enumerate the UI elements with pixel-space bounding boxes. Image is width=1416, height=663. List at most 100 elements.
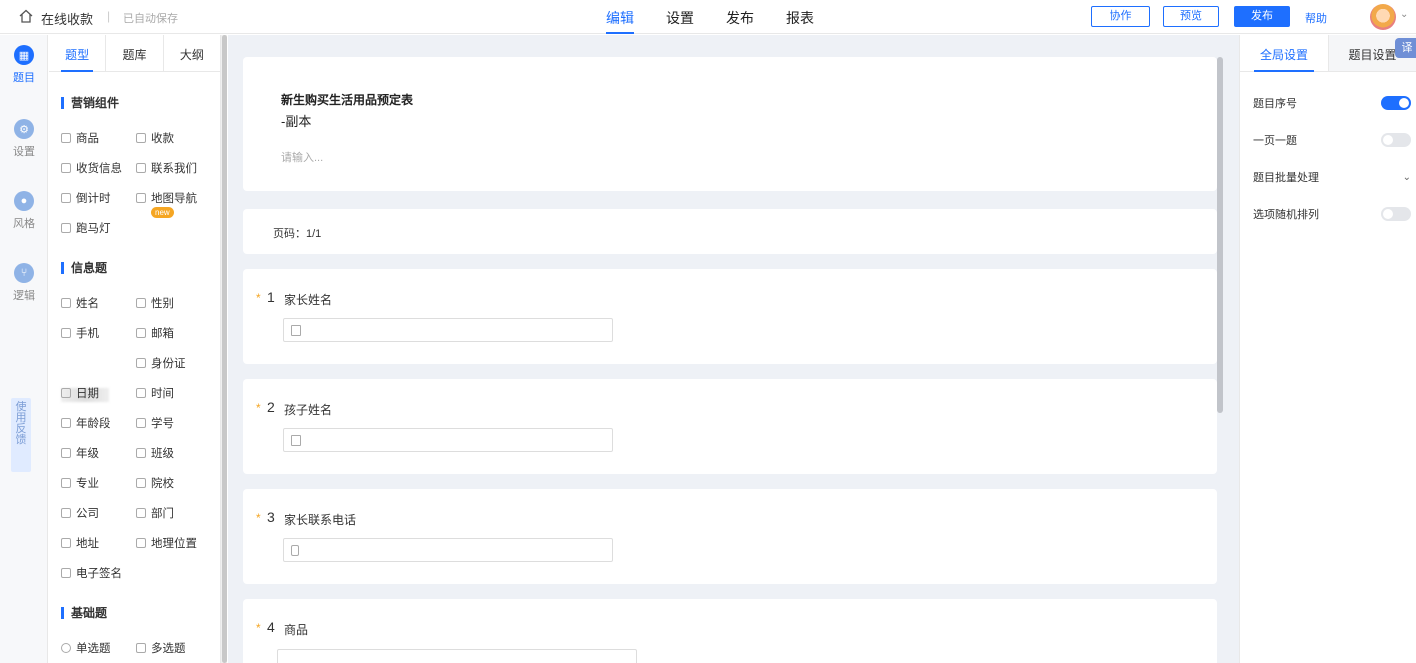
preview-button[interactable]: 预览 <box>1163 6 1219 27</box>
question-title[interactable]: 商品 <box>284 621 308 638</box>
question-title[interactable]: 家长联系电话 <box>284 511 356 528</box>
comp-item-student-id[interactable]: 学号 <box>136 415 174 431</box>
chevron-down-icon[interactable]: ⌄ <box>1400 9 1408 20</box>
required-mark: * <box>256 621 261 635</box>
comp-item-address[interactable]: 地址 <box>61 535 99 551</box>
tab-question-types[interactable]: 题型 <box>49 35 107 72</box>
form-description-input[interactable]: 请输入... <box>281 149 323 165</box>
question-card[interactable]: * 1 家长姓名 <box>243 269 1217 364</box>
comp-item-label: 商品 <box>76 133 99 145</box>
rail-label: 逻辑 <box>13 290 35 302</box>
comp-item-label: 专业 <box>76 478 99 490</box>
comp-item-label: 性别 <box>151 298 174 310</box>
component-panel-scrollbar[interactable] <box>221 35 227 663</box>
comp-item-shipping[interactable]: 收货信息 <box>61 160 122 176</box>
person-card-icon <box>61 298 71 308</box>
form-subtitle[interactable]: -副本 <box>281 111 311 130</box>
comp-item-label: 联系我们 <box>151 163 197 175</box>
comp-item-company[interactable]: 公司 <box>61 505 99 521</box>
settings-tabs: 全局设置 题目设置 <box>1240 35 1416 72</box>
question-card[interactable]: * 3 家长联系电话 <box>243 489 1217 584</box>
comp-item-geo-location[interactable]: 地理位置 <box>136 535 197 551</box>
comp-item-class[interactable]: 班级 <box>136 445 174 461</box>
product-block[interactable] <box>277 649 637 663</box>
feedback-button[interactable]: 使用反馈 <box>11 398 31 472</box>
comp-item-label: 院校 <box>151 478 174 490</box>
comp-item-gender[interactable]: 性别 <box>136 295 174 311</box>
comp-item-label: 跑马灯 <box>76 223 111 235</box>
comp-item-grade[interactable]: 年级 <box>61 445 99 461</box>
rail-item-logic[interactable]: ⑂ 逻辑 <box>0 263 48 303</box>
question-number: 1 <box>267 289 275 305</box>
name-field[interactable] <box>283 428 613 452</box>
comp-item-department[interactable]: 部门 <box>136 505 174 521</box>
nav-settings[interactable]: 设置 <box>650 0 710 34</box>
phone-field[interactable] <box>283 538 613 562</box>
autosave-status: 已自动保存 <box>123 13 178 25</box>
rail-item-style[interactable]: ● 风格 <box>0 191 48 231</box>
comp-item-date[interactable]: 日期 <box>61 385 99 401</box>
comp-item-email[interactable]: 邮箱 <box>136 325 174 341</box>
setting-label: 选项随机排列 <box>1253 209 1319 221</box>
badge-icon <box>61 448 71 458</box>
comp-item-signature[interactable]: 电子签名 <box>61 565 122 581</box>
tab-global-settings[interactable]: 全局设置 <box>1240 35 1328 72</box>
comp-item-map-nav[interactable]: 地图导航 <box>136 190 197 206</box>
question-title[interactable]: 家长姓名 <box>284 291 332 308</box>
location-pin-icon <box>61 538 71 548</box>
palette-icon: ● <box>14 191 34 211</box>
nav-edit[interactable]: 编辑 <box>590 0 650 34</box>
scrollbar-thumb[interactable] <box>222 35 227 663</box>
checkbox-icon <box>136 643 146 653</box>
comp-item-multi-choice[interactable]: 多选题 <box>136 640 186 656</box>
rail-item-settings[interactable]: ⚙ 设置 <box>0 119 48 159</box>
home-icon[interactable] <box>18 8 34 24</box>
question-number: 3 <box>267 509 275 525</box>
collab-button[interactable]: 协作 <box>1091 6 1150 27</box>
chevron-down-icon[interactable]: ⌄ <box>1403 172 1411 183</box>
cart-icon <box>61 133 71 143</box>
hourglass-icon <box>61 193 71 203</box>
comp-item-contact[interactable]: 联系我们 <box>136 160 197 176</box>
comp-item-age-range[interactable]: 年龄段 <box>61 415 111 431</box>
compass-icon <box>136 193 146 203</box>
comp-item-time[interactable]: 时间 <box>136 385 174 401</box>
nav-report[interactable]: 报表 <box>770 0 830 34</box>
canvas-scrollbar[interactable] <box>1217 57 1223 413</box>
publish-button[interactable]: 发布 <box>1234 6 1290 27</box>
tab-outline[interactable]: 大纲 <box>164 35 220 71</box>
rail-label: 设置 <box>13 146 35 158</box>
person-card-icon <box>291 325 301 336</box>
comp-item-marquee[interactable]: 跑马灯 <box>61 220 111 236</box>
form-header-card[interactable]: 新生购买生活用品预定表 -副本 请输入... <box>243 57 1217 191</box>
comp-item-name[interactable]: 姓名 <box>61 295 99 311</box>
name-field[interactable] <box>283 318 613 342</box>
comp-item-payment[interactable]: 收款 <box>136 130 174 146</box>
question-title[interactable]: 孩子姓名 <box>284 401 332 418</box>
form-title[interactable]: 新生购买生活用品预定表 <box>281 91 413 108</box>
comp-item-phone[interactable]: 手机 <box>61 325 99 341</box>
avatar[interactable] <box>1370 4 1396 30</box>
random-options-toggle[interactable] <box>1381 207 1411 221</box>
flag-icon <box>136 538 146 548</box>
rail-item-questions[interactable]: ▦ 题目 <box>0 45 48 85</box>
comp-item-label: 电子签名 <box>76 568 122 580</box>
question-card[interactable]: * 4 商品 <box>243 599 1217 663</box>
setting-batch-process[interactable]: 题目批量处理 ⌄ <box>1253 169 1411 185</box>
comp-item-countdown[interactable]: 倒计时 <box>61 190 111 206</box>
comp-item-id-card[interactable]: 身份证 <box>136 355 186 371</box>
tab-question-bank[interactable]: 题库 <box>106 35 164 71</box>
translate-button[interactable]: 译 <box>1395 38 1416 58</box>
question-number-toggle[interactable] <box>1381 96 1411 110</box>
nav-publish[interactable]: 发布 <box>710 0 770 34</box>
comp-item-major[interactable]: 专业 <box>61 475 99 491</box>
comp-item-product[interactable]: 商品 <box>61 130 99 146</box>
one-per-page-toggle[interactable] <box>1381 133 1411 147</box>
help-link[interactable]: 帮助 <box>1305 10 1327 26</box>
rail-label: 风格 <box>13 218 35 230</box>
comp-item-label: 收款 <box>151 133 174 145</box>
question-card[interactable]: * 2 孩子姓名 <box>243 379 1217 474</box>
comp-item-school[interactable]: 院校 <box>136 475 174 491</box>
comp-item-single-choice[interactable]: 单选题 <box>61 640 111 656</box>
comp-item-label: 手机 <box>76 328 99 340</box>
